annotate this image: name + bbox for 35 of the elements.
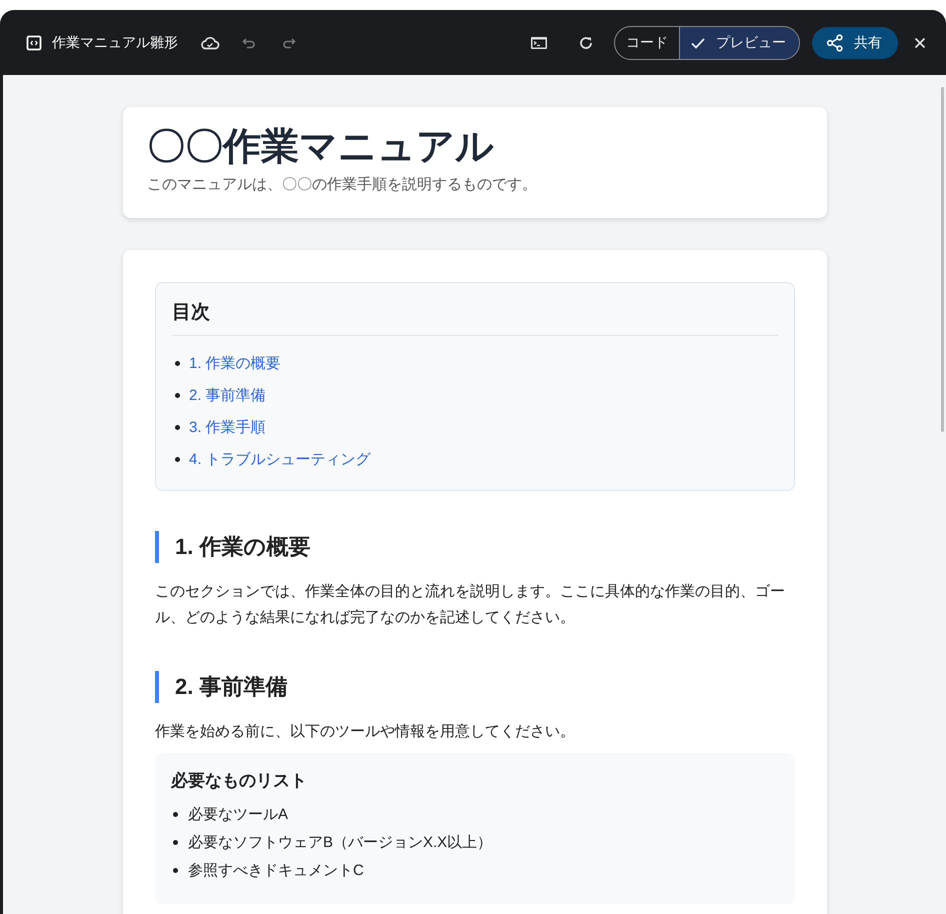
cloud-check-icon[interactable] xyxy=(200,36,220,50)
page-title: 〇〇作業マニュアル xyxy=(147,125,495,170)
section-text: このセクションでは、作業全体の目的と流れを説明します。ここに具体的な作業の目的、ゴール、どのような結果になれば完了なのかを記述してください。 xyxy=(155,582,786,628)
page-subtitle: このマニュアルは、〇〇の作業手順を説明するものです。 xyxy=(147,174,538,194)
list-item: 参照すべきドキュメントC xyxy=(188,860,364,880)
view-tab[interactable]: プレビュー xyxy=(679,26,799,58)
bullet-dot xyxy=(175,425,180,430)
toc-link[interactable]: 2. 事前準備 xyxy=(189,386,266,406)
bullet-dot xyxy=(175,393,180,398)
toc-link[interactable]: 3. 作業手順 xyxy=(189,418,266,438)
checklist-title: 必要なものリスト xyxy=(171,770,308,792)
bullet-dot xyxy=(173,840,178,845)
share-button[interactable]: 共有 xyxy=(812,26,898,58)
terminal-icon[interactable] xyxy=(530,36,548,50)
redo-icon[interactable] xyxy=(282,36,296,50)
close-icon[interactable] xyxy=(914,36,926,48)
bullet-dot xyxy=(175,457,180,462)
view-tab[interactable]: コード xyxy=(615,26,679,58)
list-item: 必要なツールA xyxy=(188,804,288,824)
undo-icon[interactable] xyxy=(242,36,256,50)
section-text: 作業を始める前に、以下のツールや情報を用意してください。 xyxy=(155,722,576,742)
section-heading: 1. 作業の概要 xyxy=(155,530,795,563)
list-item: 必要なソフトウェアB（バージョンX.X以上） xyxy=(188,832,492,852)
bullet-dot xyxy=(173,868,178,873)
share-icon xyxy=(826,34,844,52)
toc-link[interactable]: 1. 作業の概要 xyxy=(189,354,281,374)
toc-title: 目次 xyxy=(172,298,778,336)
refresh-icon[interactable] xyxy=(578,34,594,50)
code-file-icon xyxy=(26,34,42,50)
section-heading: 2. 事前準備 xyxy=(155,671,795,704)
bullet-dot xyxy=(175,361,180,366)
document-title: 作業マニュアル雛形 xyxy=(52,34,178,52)
scrollbar[interactable] xyxy=(941,87,944,432)
bullet-dot xyxy=(173,812,178,817)
toc-link[interactable]: 4. トラブルシューティング xyxy=(189,450,371,470)
